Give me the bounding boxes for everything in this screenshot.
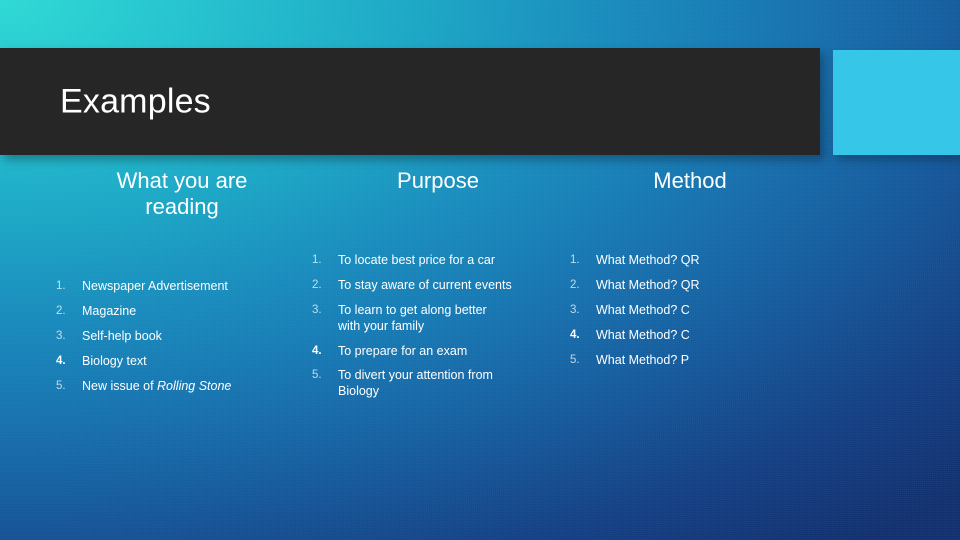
list-item: 5. What Method? P <box>570 352 689 368</box>
list-item-text: To stay aware of current events <box>338 277 512 292</box>
list-item: 3. To learn to get along better with your… <box>312 302 487 334</box>
list-item-text: What Method? C <box>596 327 690 342</box>
list-item-text: To locate best price for a car <box>338 252 496 267</box>
list-item-title-italic: Rolling Stone <box>157 378 232 393</box>
list-item-number: 5. <box>56 379 66 392</box>
list-reading: 1. Newspaper Advertisement 2. Magazine 3. Sel… <box>56 278 308 394</box>
list-item-text: Newspaper Advertisement <box>82 278 228 293</box>
list-item-number: 1. <box>312 253 322 266</box>
slide-canvas: Examples What you are reading 1. Newspape… <box>0 0 960 540</box>
list-item: 1. To locate best price for a car <box>312 252 495 268</box>
list-item: 3. What Method? C <box>570 302 690 318</box>
list-item: 2. Magazine <box>56 303 136 319</box>
list-item-number: 5. <box>570 353 580 366</box>
list-item-number: 3. <box>56 329 66 342</box>
list-item: 4. What Method? C <box>570 327 690 343</box>
column-purpose: Purpose 1. To locate best price for a car… <box>312 168 564 398</box>
list-item-number: 4. <box>312 344 322 357</box>
list-item: 5. To divert your attention from Biology <box>312 367 493 399</box>
list-item: 3. Self-help book <box>56 328 162 344</box>
list-purpose: 1. To locate best price for a car 2. To sta… <box>312 252 564 399</box>
list-item: 1. Newspaper Advertisement <box>56 278 228 294</box>
list-item-number: 1. <box>56 279 66 292</box>
list-item-number: 4. <box>570 328 580 341</box>
column-reading: What you are reading 1. Newspaper Adverti… <box>56 168 308 393</box>
list-item-number: 5. <box>312 368 322 381</box>
list-item-number: 1. <box>570 253 580 266</box>
list-item: 2. To stay aware of current events <box>312 277 512 293</box>
list-item-text: New issue of Rolling Stone <box>82 378 232 393</box>
list-item-text: What Method? QR <box>596 277 700 292</box>
list-item-text: Biology text <box>82 353 147 368</box>
accent-block <box>833 50 960 155</box>
list-item-number: 2. <box>570 278 580 291</box>
list-item-number: 3. <box>570 303 580 316</box>
list-item-number: 2. <box>312 278 322 291</box>
column-header-reading: What you are reading <box>116 168 248 219</box>
list-item-text: To prepare for an exam <box>338 343 468 358</box>
list-item-text: What Method? C <box>596 302 690 317</box>
column-header-method: Method <box>653 168 727 193</box>
list-item: 1. What Method? QR <box>570 252 700 268</box>
list-item: 2. What Method? QR <box>570 277 700 293</box>
list-item: 4. To prepare for an exam <box>312 343 467 359</box>
list-item: 5. New issue of Rolling Stone <box>56 378 231 394</box>
list-item-number: 4. <box>56 354 66 367</box>
list-item-text: To learn to get along better with your f… <box>338 302 487 333</box>
list-item: 4. Biology text <box>56 353 147 369</box>
list-item-number: 2. <box>56 304 66 317</box>
list-item-text: What Method? QR <box>596 252 700 267</box>
list-item-text: What Method? P <box>596 352 690 367</box>
column-header-purpose: Purpose <box>397 168 479 193</box>
column-method: Method 1. What Method? QR 2. What Method? Q… <box>570 168 810 367</box>
page-title: Examples <box>60 82 211 120</box>
list-method: 1. What Method? QR 2. What Method? QR 3. What… <box>570 252 810 368</box>
content-area: What you are reading 1. Newspaper Adverti… <box>0 168 960 468</box>
title-bar: Examples <box>0 48 820 155</box>
list-item-text: To divert your attention from Biology <box>338 367 493 398</box>
list-item-text: Magazine <box>82 303 137 318</box>
list-item-number: 3. <box>312 303 322 316</box>
list-item-text: Self-help book <box>82 328 162 343</box>
